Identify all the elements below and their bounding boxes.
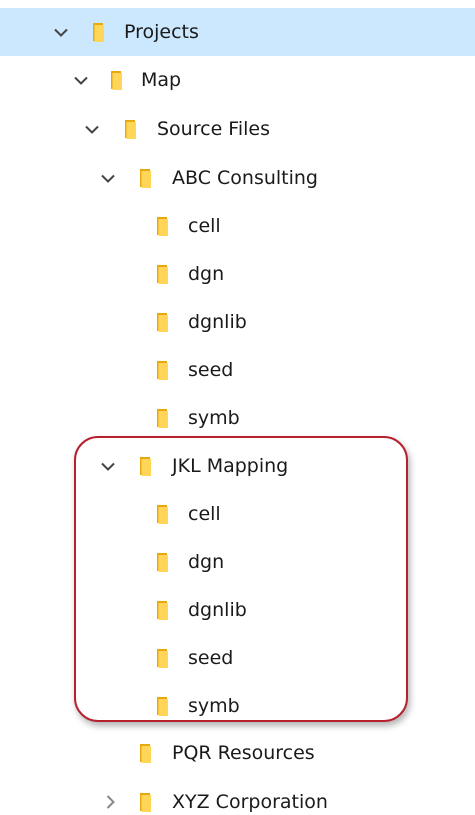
folder-icon bbox=[110, 71, 122, 90]
folder-icon bbox=[156, 265, 168, 284]
folder-icon bbox=[139, 457, 151, 476]
tree-row-label: seed bbox=[188, 359, 234, 381]
tree-row-abc-consulting[interactable]: ABC Consulting bbox=[0, 154, 475, 202]
folder-icon bbox=[139, 744, 151, 763]
tree-row-jkl-cell[interactable]: cell bbox=[0, 490, 475, 538]
tree-row-abc-dgn[interactable]: dgn bbox=[0, 250, 475, 298]
tree-row-map[interactable]: Map bbox=[0, 56, 475, 104]
folder-tree: Projects Map Source Files ABC Consulting… bbox=[0, 0, 475, 815]
folder-icon bbox=[156, 697, 168, 716]
folder-icon bbox=[156, 361, 168, 380]
tree-row-label: dgnlib bbox=[188, 311, 247, 333]
tree-row-pqr-resources[interactable]: PQR Resources bbox=[0, 729, 475, 777]
chevron-down-icon[interactable] bbox=[84, 105, 100, 153]
tree-row-jkl-seed[interactable]: seed bbox=[0, 634, 475, 682]
tree-row-label: dgnlib bbox=[188, 599, 247, 621]
tree-row-abc-seed[interactable]: seed bbox=[0, 346, 475, 394]
tree-row-label: PQR Resources bbox=[172, 742, 315, 764]
chevron-down-icon[interactable] bbox=[53, 8, 69, 56]
tree-row-label: ABC Consulting bbox=[172, 167, 318, 189]
chevron-right-icon[interactable] bbox=[102, 778, 118, 815]
folder-icon bbox=[156, 601, 168, 620]
tree-row-label: cell bbox=[188, 215, 221, 237]
tree-row-label: symb bbox=[188, 695, 240, 717]
tree-row-label: dgn bbox=[188, 263, 225, 285]
folder-icon bbox=[92, 23, 104, 42]
chevron-down-icon[interactable] bbox=[100, 442, 116, 490]
folder-icon bbox=[139, 169, 151, 188]
folder-icon bbox=[156, 217, 168, 236]
tree-row-projects[interactable]: Projects bbox=[0, 8, 475, 56]
tree-row-label: Projects bbox=[124, 21, 199, 43]
tree-row-xyz-corporation[interactable]: XYZ Corporation bbox=[0, 778, 475, 815]
folder-icon bbox=[156, 313, 168, 332]
tree-row-label: symb bbox=[188, 407, 240, 429]
folder-icon bbox=[139, 793, 151, 812]
folder-icon bbox=[124, 120, 136, 139]
tree-row-jkl-dgn[interactable]: dgn bbox=[0, 538, 475, 586]
tree-row-jkl-mapping[interactable]: JKL Mapping bbox=[0, 442, 475, 490]
tree-row-label: JKL Mapping bbox=[172, 455, 289, 477]
tree-row-abc-dgnlib[interactable]: dgnlib bbox=[0, 298, 475, 346]
tree-row-label: dgn bbox=[188, 551, 225, 573]
folder-icon bbox=[156, 553, 168, 572]
tree-row-abc-cell[interactable]: cell bbox=[0, 202, 475, 250]
tree-row-label: XYZ Corporation bbox=[172, 791, 328, 813]
chevron-down-icon[interactable] bbox=[73, 56, 89, 104]
tree-row-label: seed bbox=[188, 647, 234, 669]
tree-row-jkl-dgnlib[interactable]: dgnlib bbox=[0, 586, 475, 634]
folder-icon bbox=[156, 505, 168, 524]
folder-icon bbox=[156, 649, 168, 668]
tree-row-label: Source Files bbox=[157, 118, 270, 140]
tree-row-jkl-symb[interactable]: symb bbox=[0, 682, 475, 730]
tree-row-label: Map bbox=[141, 69, 182, 91]
chevron-down-icon[interactable] bbox=[100, 154, 116, 202]
tree-row-abc-symb[interactable]: symb bbox=[0, 394, 475, 442]
folder-icon bbox=[156, 409, 168, 428]
tree-row-label: cell bbox=[188, 503, 221, 525]
tree-row-source-files[interactable]: Source Files bbox=[0, 105, 475, 153]
